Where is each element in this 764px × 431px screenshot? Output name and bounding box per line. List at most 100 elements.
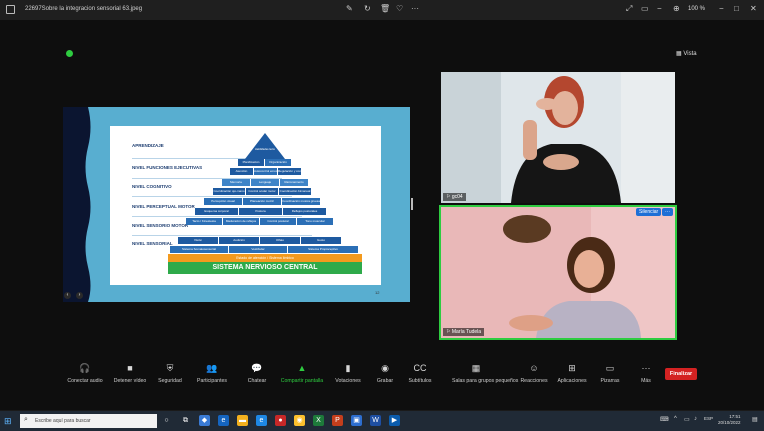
toolbar-audio[interactable]: 🎧 Conectar audio — [61, 362, 109, 384]
app-icon[interactable]: ▣ — [351, 415, 362, 426]
minimize-icon[interactable]: − — [719, 4, 724, 14]
pyramid-cell: Gusto — [301, 237, 341, 244]
windows-start-icon[interactable]: ⊞ — [4, 416, 12, 426]
splitter-handle[interactable] — [411, 198, 413, 210]
pyramid-cell: Control ocular motor — [246, 188, 278, 195]
cortana-icon[interactable]: ○ — [161, 415, 172, 426]
level-label: NIVEL PERCEPTUAL MOTOR — [132, 204, 195, 209]
app-icon[interactable]: ● — [275, 415, 286, 426]
pyramid-cell: Visión — [178, 237, 218, 244]
silenciar-button[interactable]: Silenciar — [636, 208, 662, 216]
word-icon[interactable]: W — [370, 415, 381, 426]
slide-next-button[interactable]: › — [76, 292, 83, 299]
search-icon: ⌕ — [24, 416, 28, 423]
view-button[interactable]: ▦ Vista — [676, 50, 697, 57]
pyramid-cell: Reflejos posturales — [283, 208, 326, 215]
tray-chevron-icon[interactable]: ^ — [674, 416, 677, 422]
level-divider — [132, 216, 302, 217]
task-view-icon[interactable]: ⧉ — [180, 415, 191, 426]
more-icon: ··· — [641, 363, 651, 373]
clock-date: 20/10/2022 — [718, 420, 741, 425]
chrome-icon[interactable]: ◉ — [294, 415, 305, 426]
pyramid-cell: Percepción visual — [204, 198, 242, 205]
participant-more-button[interactable]: ··· — [662, 208, 673, 216]
pyramid-cell: Coordinación ojo-mano — [213, 188, 245, 195]
taskbar-search[interactable]: ⌕ Escribe aquí para buscar — [20, 414, 157, 428]
language-indicator[interactable]: ESP — [704, 416, 713, 421]
maximize-icon[interactable]: □ — [734, 4, 739, 14]
zoom-app-icon[interactable]: ▶ — [389, 415, 400, 426]
photos-app-icon — [6, 5, 15, 14]
level-divider — [132, 235, 312, 236]
pyramid-cell: Vestibular — [229, 246, 287, 253]
headphones-icon: 🎧 — [79, 363, 91, 373]
pyramid-cell: Lenguaje — [251, 179, 279, 186]
level-label: NIVEL SENSORIO MOTOR — [132, 223, 189, 228]
favorite-icon[interactable]: ♡ — [396, 4, 403, 14]
pyramid-cell: Postura — [239, 208, 282, 215]
captions-icon: CC — [413, 363, 427, 373]
volume-icon[interactable]: ♪ — [694, 416, 697, 422]
participants-icon: 👥 — [206, 363, 218, 373]
participant-name: ⚐ María Tudela — [443, 328, 485, 336]
pyramid-cell: Organización — [265, 159, 291, 166]
internet-explorer-icon[interactable]: e — [256, 415, 267, 426]
file-explorer-icon[interactable]: ▬ — [237, 415, 248, 426]
toolbar-chat[interactable]: 💬 Chatear — [233, 362, 281, 384]
toolbar-participants[interactable]: 👥 Participantes — [188, 362, 236, 384]
pyramid-cell: Sistema Propioceptivo — [288, 246, 358, 253]
close-icon[interactable]: ✕ — [750, 4, 757, 14]
shield-icon: ⛨ — [166, 363, 174, 373]
restore-icon[interactable]: ▭ — [641, 4, 649, 14]
level-divider — [132, 196, 292, 197]
keyboard-icon[interactable]: ⌨ — [660, 416, 669, 423]
network-icon[interactable]: ▭ — [684, 416, 690, 423]
powerpoint-icon[interactable]: P — [332, 415, 343, 426]
zoom-in-icon[interactable]: ⊕ — [673, 4, 680, 14]
nervous-system-bar: SISTEMA NERVIOSO CENTRAL — [168, 262, 362, 274]
zoom-level: 100 % — [688, 6, 706, 12]
edge-icon[interactable]: e — [218, 415, 229, 426]
toolbar-share-screen[interactable]: ▲ Compartir pantalla — [278, 362, 326, 384]
breakout-rooms-icon: ▦ — [471, 363, 481, 373]
notifications-icon[interactable]: ▤ — [752, 416, 758, 423]
active-speaker-video[interactable]: ⚐ María Tudela — [439, 205, 677, 340]
end-meeting-button[interactable]: Finalizar — [665, 368, 697, 380]
pyramid-cell: Olfato — [260, 237, 300, 244]
toolbar-more[interactable]: ··· Más — [622, 362, 670, 384]
search-placeholder: Escribe aquí para buscar — [35, 418, 91, 424]
rotate-icon[interactable]: ↻ — [364, 4, 371, 14]
pyramid-cell: Memoria — [222, 179, 250, 186]
toolbar-breakout-rooms[interactable]: ▦ Salas para grupos pequeños — [452, 362, 518, 384]
windows-taskbar: ⊞ ⌕ Escribe aquí para buscar ○ ⧉ ◆ e ▬ e… — [0, 411, 764, 431]
slide-page-number: 12 — [375, 290, 380, 295]
pyramid-cell: Coordinación bimanual — [279, 188, 311, 195]
toolbar-captions[interactable]: CC Subtítulos — [396, 362, 444, 384]
pyramid-cell: Tono muscular — [297, 218, 333, 225]
security-shield-icon — [66, 50, 73, 57]
app-icon[interactable]: ◆ — [199, 415, 210, 426]
participant-video-feed — [441, 207, 675, 338]
excel-icon[interactable]: X — [313, 415, 324, 426]
zoom-out-icon[interactable]: − — [657, 4, 662, 14]
chat-icon: 💬 — [251, 363, 263, 373]
delete-icon[interactable]: 🗑 — [380, 4, 390, 14]
slide-prev-button[interactable]: ‹ — [64, 292, 71, 299]
participant-name: ⚐ gc04 — [443, 193, 466, 201]
pyramid-apex-label: Habilidades lectoras — [255, 148, 275, 151]
participant-video-feed — [441, 72, 675, 203]
pyramid-cell: Planeación motriz — [243, 198, 281, 205]
pyramid-cell: Audición — [219, 237, 259, 244]
more-icon[interactable]: ··· — [411, 4, 419, 14]
pyramid-cell: Sistema Somatosensorial — [170, 246, 228, 253]
edit-icon[interactable]: ✎ — [346, 4, 353, 14]
pyramid-cell: Autocontrol emocional — [254, 168, 277, 175]
fullscreen-icon[interactable]: ⤢ — [626, 4, 632, 14]
participant-video[interactable]: ⚐ gc04 — [441, 72, 675, 203]
toolbar-security[interactable]: ⛨ Seguridad — [146, 362, 194, 384]
level-label: NIVEL FUNCIONES EJECUTIVAS — [132, 165, 203, 170]
taskbar-clock[interactable]: 17:51 20/10/2022 — [718, 414, 741, 426]
pyramid-cell: Maduración de reflejos — [223, 218, 259, 225]
pyramid-cell: Esquema corporal — [195, 208, 238, 215]
pyramid-cell: Razonamiento — [280, 179, 308, 186]
